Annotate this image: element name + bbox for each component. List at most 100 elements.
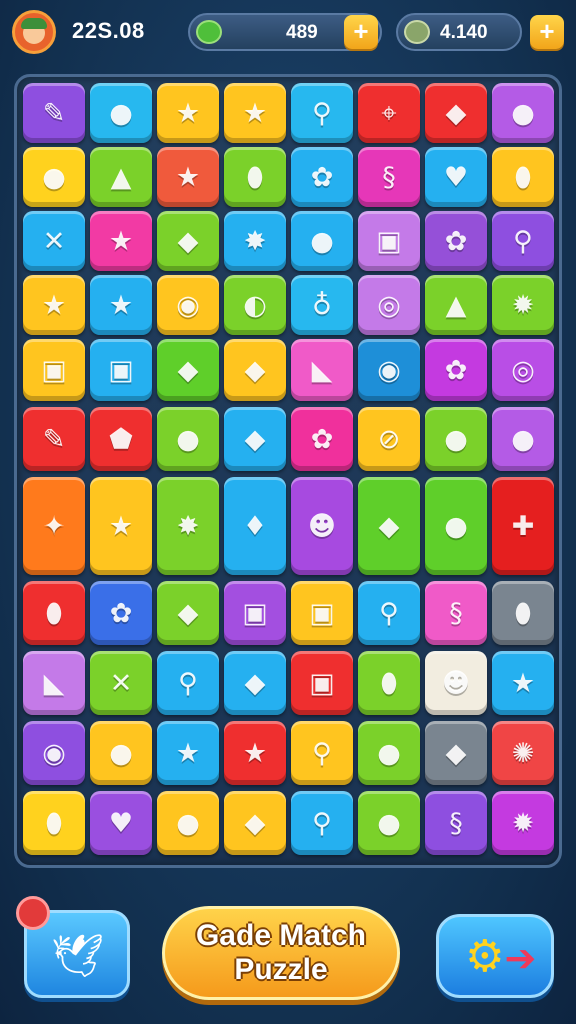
- board-tile-r5-c8[interactable]: ◎: [492, 339, 554, 401]
- board-tile-r3-c4[interactable]: ✸: [224, 211, 286, 271]
- board-tile-r9-c7[interactable]: ☻: [425, 651, 487, 715]
- board-tile-r6-c6[interactable]: ⊘: [358, 407, 420, 471]
- board-tile-r8-c6[interactable]: ⚲: [358, 581, 420, 645]
- board-tile-r4-c4[interactable]: ◐: [224, 275, 286, 335]
- board-tile-r5-c7[interactable]: ✿: [425, 339, 487, 401]
- board-tile-r6-c2[interactable]: ⬟: [90, 407, 152, 471]
- tile-piece-icon: ⬟: [109, 423, 133, 455]
- board-tile-r1-c6[interactable]: ⌖: [358, 83, 420, 143]
- board-tile-r2-c4[interactable]: ⬮: [224, 147, 286, 207]
- tile-piece-icon: ●: [42, 161, 66, 193]
- board-tile-r4-c1[interactable]: ★: [23, 275, 85, 335]
- board-tile-r8-c4[interactable]: ▣: [224, 581, 286, 645]
- board-tile-r2-c1[interactable]: ●: [23, 147, 85, 207]
- add-currency-1-button[interactable]: +: [344, 15, 378, 49]
- board-tile-r2-c3[interactable]: ★: [157, 147, 219, 207]
- tile-piece-icon: ⬮: [514, 161, 532, 193]
- board-tile-r3-c5[interactable]: ●: [291, 211, 353, 271]
- board-tile-r2-c8[interactable]: ⬮: [492, 147, 554, 207]
- tile-piece-icon: ✺: [511, 737, 535, 769]
- board-tile-r9-c4[interactable]: ◆: [224, 651, 286, 715]
- board-tile-r10-c2[interactable]: ●: [90, 721, 152, 785]
- board-tile-r6-c7[interactable]: ●: [425, 407, 487, 471]
- board-tile-r2-c5[interactable]: ✿: [291, 147, 353, 207]
- board-tile-r6-c8[interactable]: ●: [492, 407, 554, 471]
- avatar-icon[interactable]: [12, 10, 56, 54]
- board-tile-r5-c2[interactable]: ▣: [90, 339, 152, 401]
- board-tile-r11-c1[interactable]: ⬮: [23, 791, 85, 855]
- board-tile-r8-c7[interactable]: §: [425, 581, 487, 645]
- board-tile-r7-c6[interactable]: ◆: [358, 477, 420, 575]
- board-tile-r3-c3[interactable]: ◆: [157, 211, 219, 271]
- board-tile-r6-c4[interactable]: ◆: [224, 407, 286, 471]
- board-tile-r3-c7[interactable]: ✿: [425, 211, 487, 271]
- board-tile-r9-c8[interactable]: ★: [492, 651, 554, 715]
- board-tile-r2-c6[interactable]: §: [358, 147, 420, 207]
- board-tile-r11-c8[interactable]: ✹: [492, 791, 554, 855]
- board-tile-r7-c3[interactable]: ✸: [157, 477, 219, 575]
- board-tile-r10-c6[interactable]: ●: [358, 721, 420, 785]
- board-tile-r8-c1[interactable]: ⬮: [23, 581, 85, 645]
- board-tile-r11-c6[interactable]: ●: [358, 791, 420, 855]
- board-tile-r6-c5[interactable]: ✿: [291, 407, 353, 471]
- board-tile-r1-c4[interactable]: ★: [224, 83, 286, 143]
- board-tile-r6-c1[interactable]: ✎: [23, 407, 85, 471]
- board-tile-r10-c5[interactable]: ⚲: [291, 721, 353, 785]
- board-tile-r7-c8[interactable]: ✚: [492, 477, 554, 575]
- board-tile-r4-c6[interactable]: ◎: [358, 275, 420, 335]
- board-tile-r1-c5[interactable]: ⚲: [291, 83, 353, 143]
- board-tile-r7-c7[interactable]: ●: [425, 477, 487, 575]
- board-tile-r5-c1[interactable]: ▣: [23, 339, 85, 401]
- board-tile-r1-c2[interactable]: ●: [90, 83, 152, 143]
- board-tile-r6-c3[interactable]: ●: [157, 407, 219, 471]
- board-tile-r7-c2[interactable]: ★: [90, 477, 152, 575]
- board-tile-r4-c2[interactable]: ★: [90, 275, 152, 335]
- board-tile-r4-c5[interactable]: ♁: [291, 275, 353, 335]
- board-tile-r5-c3[interactable]: ◆: [157, 339, 219, 401]
- board-tile-r1-c8[interactable]: ●: [492, 83, 554, 143]
- board-tile-r3-c8[interactable]: ⚲: [492, 211, 554, 271]
- board-tile-r2-c2[interactable]: ▲: [90, 147, 152, 207]
- currency-2-pill: 4.140: [396, 13, 522, 51]
- add-currency-2-button[interactable]: +: [530, 15, 564, 49]
- board-tile-r9-c6[interactable]: ⬮: [358, 651, 420, 715]
- board-tile-r2-c7[interactable]: ♥: [425, 147, 487, 207]
- board-tile-r5-c4[interactable]: ◆: [224, 339, 286, 401]
- board-tile-r11-c7[interactable]: §: [425, 791, 487, 855]
- board-tile-r11-c4[interactable]: ◆: [224, 791, 286, 855]
- board-tile-r10-c8[interactable]: ✺: [492, 721, 554, 785]
- board-tile-r7-c5[interactable]: ☻: [291, 477, 353, 575]
- board-tile-r4-c3[interactable]: ◉: [157, 275, 219, 335]
- board-tile-r8-c2[interactable]: ✿: [90, 581, 152, 645]
- settings-next-button[interactable]: ⚙➔: [436, 914, 554, 998]
- game-title-button[interactable]: Gade Match Puzzle: [162, 906, 400, 1000]
- board-tile-r7-c1[interactable]: ✦: [23, 477, 85, 575]
- board-tile-r11-c5[interactable]: ⚲: [291, 791, 353, 855]
- board-tile-r9-c5[interactable]: ▣: [291, 651, 353, 715]
- board-tile-r1-c1[interactable]: ✎: [23, 83, 85, 143]
- board-tile-r8-c5[interactable]: ▣: [291, 581, 353, 645]
- board-tile-r3-c1[interactable]: ✕: [23, 211, 85, 271]
- board-tile-r10-c4[interactable]: ★: [224, 721, 286, 785]
- board-tile-r10-c3[interactable]: ★: [157, 721, 219, 785]
- board-tile-r11-c2[interactable]: ♥: [90, 791, 152, 855]
- board-tile-r7-c4[interactable]: ♦: [224, 477, 286, 575]
- board-tile-r9-c3[interactable]: ⚲: [157, 651, 219, 715]
- board-tile-r5-c5[interactable]: ◣: [291, 339, 353, 401]
- board-tile-r10-c1[interactable]: ◉: [23, 721, 85, 785]
- board-tile-r4-c7[interactable]: ▲: [425, 275, 487, 335]
- top-bar: 22S.08 489 + 4.140 +: [0, 0, 576, 66]
- board-tile-r9-c1[interactable]: ◣: [23, 651, 85, 715]
- board-tile-r1-c3[interactable]: ★: [157, 83, 219, 143]
- board-tile-r3-c2[interactable]: ★: [90, 211, 152, 271]
- board-tile-r11-c3[interactable]: ●: [157, 791, 219, 855]
- board-tile-r5-c6[interactable]: ◉: [358, 339, 420, 401]
- board-tile-r8-c8[interactable]: ⬮: [492, 581, 554, 645]
- tile-piece-icon: ◉: [377, 354, 401, 386]
- board-tile-r4-c8[interactable]: ✹: [492, 275, 554, 335]
- board-tile-r8-c3[interactable]: ◆: [157, 581, 219, 645]
- board-tile-r10-c7[interactable]: ◆: [425, 721, 487, 785]
- board-tile-r9-c2[interactable]: ✕: [90, 651, 152, 715]
- board-tile-r3-c6[interactable]: ▣: [358, 211, 420, 271]
- board-tile-r1-c7[interactable]: ◆: [425, 83, 487, 143]
